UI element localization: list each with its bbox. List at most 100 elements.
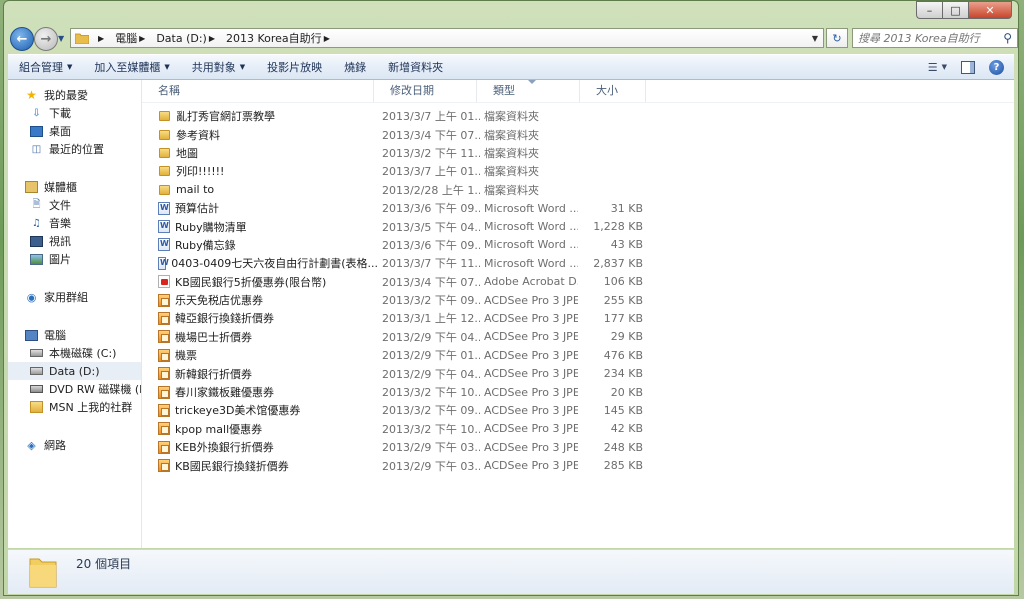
file-date: 2013/2/9 下午 03... [382, 441, 480, 455]
file-row[interactable]: 乐天免税店优惠券 2013/3/2 下午 09... ACDSee Pro 3 JP… [142, 291, 1014, 309]
sidebar-item-label: 本機磁碟 (C:) [49, 347, 117, 360]
file-row[interactable]: 0403-0409七天六夜自由行計劃書(表格... 2013/3/7 下午 11.… [142, 254, 1014, 272]
address-bar[interactable]: ▶ 電腦 ▶ Data (D:) ▶ 2013 Korea自助行 ▶ ▼ [70, 28, 824, 48]
chevron-down-icon[interactable]: ▼ [942, 63, 947, 71]
chevron-right-icon[interactable]: ▶ [324, 34, 330, 43]
file-date: 2013/3/2 下午 10... [382, 386, 480, 400]
sidebar-item-label: Data (D:) [49, 364, 100, 378]
file-type: Microsoft Word ... [484, 201, 578, 215]
homegroup-icon: ◉ [26, 290, 37, 304]
search-box[interactable]: ⚲ [852, 28, 1018, 48]
file-row[interactable]: Ruby購物清單 2013/3/5 下午 04... Microsoft Word … [142, 217, 1014, 235]
sidebar-item-homegroup[interactable]: ◉ 家用群組 [8, 288, 141, 306]
file-date: 2013/2/28 上午 1... [382, 183, 480, 197]
help-icon[interactable]: ? [989, 59, 1004, 75]
breadcrumb-drive[interactable]: Data (D:) ▶ [153, 32, 223, 45]
file-name-cell: 亂打秀官網訂票教學 [142, 108, 378, 124]
file-row[interactable]: 韓亞銀行換錢折價券 2013/3/1 上午 12... ACDSee Pro 3 J… [142, 309, 1014, 327]
minimize-button[interactable]: – [916, 1, 942, 19]
file-name-cell: 機票 [142, 347, 378, 363]
libraries-icon [25, 181, 38, 193]
file-type: 檔案資料夾 [484, 128, 539, 142]
file-row[interactable]: Ruby備忘錄 2013/3/6 下午 09... Microsoft Word .… [142, 236, 1014, 254]
add-to-library-button[interactable]: 加入至媒體櫃 ▼ [83, 59, 180, 75]
image-file-icon [158, 459, 170, 473]
file-row[interactable]: 預算估計 2013/3/6 下午 09... Microsoft Word ... 3… [142, 199, 1014, 217]
file-row[interactable]: KB國民銀行換錢折價券 2013/2/9 下午 03... ACDSee Pro 3… [142, 456, 1014, 474]
sidebar-item-music[interactable]: ♫ 音樂 [8, 214, 141, 232]
chevron-down-icon: ▼ [164, 63, 170, 71]
sidebar-item-msn-groups[interactable]: MSN 上我的社群 [8, 398, 141, 416]
file-type: ACDSee Pro 3 JPE... [484, 367, 578, 381]
file-row[interactable]: 亂打秀官網訂票教學 2013/3/7 上午 01... 檔案資料夾 [142, 107, 1014, 125]
sidebar-item-dvd-drive[interactable]: DVD RW 磁碟機 (E:) [8, 380, 141, 398]
file-row[interactable]: 新韓銀行折價券 2013/2/9 下午 04... ACDSee Pro 3 JPE… [142, 364, 1014, 382]
sidebar-item-videos[interactable]: 視訊 [8, 232, 141, 250]
search-icon[interactable]: ⚲ [1003, 31, 1012, 45]
file-row[interactable]: 地圖 2013/3/2 下午 11... 檔案資料夾 [142, 144, 1014, 162]
file-name: Ruby購物清單 [175, 220, 247, 234]
sidebar-item-libraries[interactable]: 媒體櫃 [8, 178, 141, 196]
image-file-icon [158, 440, 170, 454]
file-size: 20 KB [610, 385, 643, 399]
close-button[interactable]: ✕ [968, 1, 1012, 19]
address-dropdown-icon[interactable]: ▼ [807, 34, 823, 43]
refresh-button[interactable]: ↻ [826, 28, 848, 48]
sidebar-item-network[interactable]: ◈ 網路 [8, 436, 141, 454]
slideshow-button[interactable]: 投影片放映 [256, 59, 333, 75]
file-row[interactable]: 列印!!!!!! 2013/3/7 上午 01... 檔案資料夾 [142, 162, 1014, 180]
breadcrumb-separator[interactable]: ▶ [93, 34, 112, 43]
column-header-name[interactable]: 名稱 [142, 80, 374, 102]
file-row[interactable]: trickeye3D美术馆優惠券 2013/3/2 下午 09... ACDSee … [142, 401, 1014, 419]
file-size: 145 KB [603, 403, 643, 417]
chevron-right-icon[interactable]: ▶ [139, 34, 145, 43]
search-input[interactable] [853, 30, 1000, 46]
file-date: 2013/3/2 下午 11... [382, 146, 480, 160]
sidebar-item-data-d[interactable]: Data (D:) [8, 362, 141, 380]
new-folder-button[interactable]: 新增資料夾 [377, 59, 454, 75]
sidebar-item-documents[interactable]: 🗎 文件 [8, 196, 141, 214]
share-button[interactable]: 共用對象 ▼ [181, 59, 256, 75]
chevron-right-icon[interactable]: ▶ [209, 34, 215, 43]
maximize-button[interactable]: □ [942, 1, 968, 19]
file-row[interactable]: 參考資料 2013/3/4 下午 07... 檔案資料夾 [142, 125, 1014, 143]
change-view-button[interactable]: ☰ ▼ [928, 61, 947, 74]
file-name-cell: KB國民銀行5折優惠券(限台幣) [142, 274, 378, 290]
file-date: 2013/3/2 下午 09... [382, 404, 480, 418]
sidebar-item-computer[interactable]: 電腦 [8, 326, 141, 344]
column-header-date[interactable]: 修改日期 [374, 80, 477, 102]
sidebar-item-recent-places[interactable]: ◫ 最近的位置 [8, 140, 141, 158]
file-name: 春川家鐵板雞優惠券 [175, 386, 274, 400]
file-row[interactable]: KB國民銀行5折優惠券(限台幣) 2013/3/4 下午 07... Adobe A… [142, 273, 1014, 291]
forward-button[interactable]: → [34, 27, 58, 51]
file-type: Microsoft Word ... [484, 256, 578, 270]
sidebar-item-local-disk-c[interactable]: 本機磁碟 (C:) [8, 344, 141, 362]
chevron-down-icon: ▼ [67, 63, 73, 71]
file-name: 參考資料 [176, 128, 220, 142]
sidebar-item-label: 文件 [49, 199, 71, 212]
sidebar-item-desktop[interactable]: 桌面 [8, 122, 141, 140]
file-row[interactable]: KEB外換銀行折價券 2013/2/9 下午 03... ACDSee Pro 3 … [142, 438, 1014, 456]
caption-buttons: – □ ✕ [916, 1, 1012, 19]
breadcrumb-current-folder[interactable]: 2013 Korea自助行 ▶ [223, 30, 338, 46]
sidebar-item-favorites[interactable]: ★ 我的最愛 [8, 86, 141, 104]
file-row[interactable]: mail to 2013/2/28 上午 1... 檔案資料夾 [142, 181, 1014, 199]
image-file-icon [158, 293, 170, 307]
back-button[interactable]: ← [10, 27, 34, 51]
file-row[interactable]: 機場巴士折價券 2013/2/9 下午 04... ACDSee Pro 3 JPE… [142, 328, 1014, 346]
breadcrumb-computer[interactable]: 電腦 ▶ [112, 30, 153, 46]
file-row[interactable]: kpop mall優惠券 2013/3/2 下午 10... ACDSee Pro … [142, 420, 1014, 438]
preview-pane-icon[interactable] [961, 60, 975, 74]
file-row[interactable]: 春川家鐵板雞優惠券 2013/3/2 下午 10... ACDSee Pro 3 J… [142, 383, 1014, 401]
recent-pages-dropdown-icon[interactable]: ▼ [58, 34, 66, 43]
file-type: ACDSee Pro 3 JPE... [484, 348, 578, 362]
videos-icon [30, 235, 43, 247]
drive-icon [30, 365, 43, 377]
sidebar-item-pictures[interactable]: 圖片 [8, 250, 141, 268]
burn-button[interactable]: 燒錄 [333, 59, 377, 75]
file-row[interactable]: 機票 2013/2/9 下午 01... ACDSee Pro 3 JPE... 47… [142, 346, 1014, 364]
column-header-type[interactable]: 類型 [477, 80, 580, 102]
sidebar-item-downloads[interactable]: ⇩ 下載 [8, 104, 141, 122]
column-header-size[interactable]: 大小 [580, 80, 646, 102]
organize-button[interactable]: 組合管理 ▼ [8, 59, 83, 75]
